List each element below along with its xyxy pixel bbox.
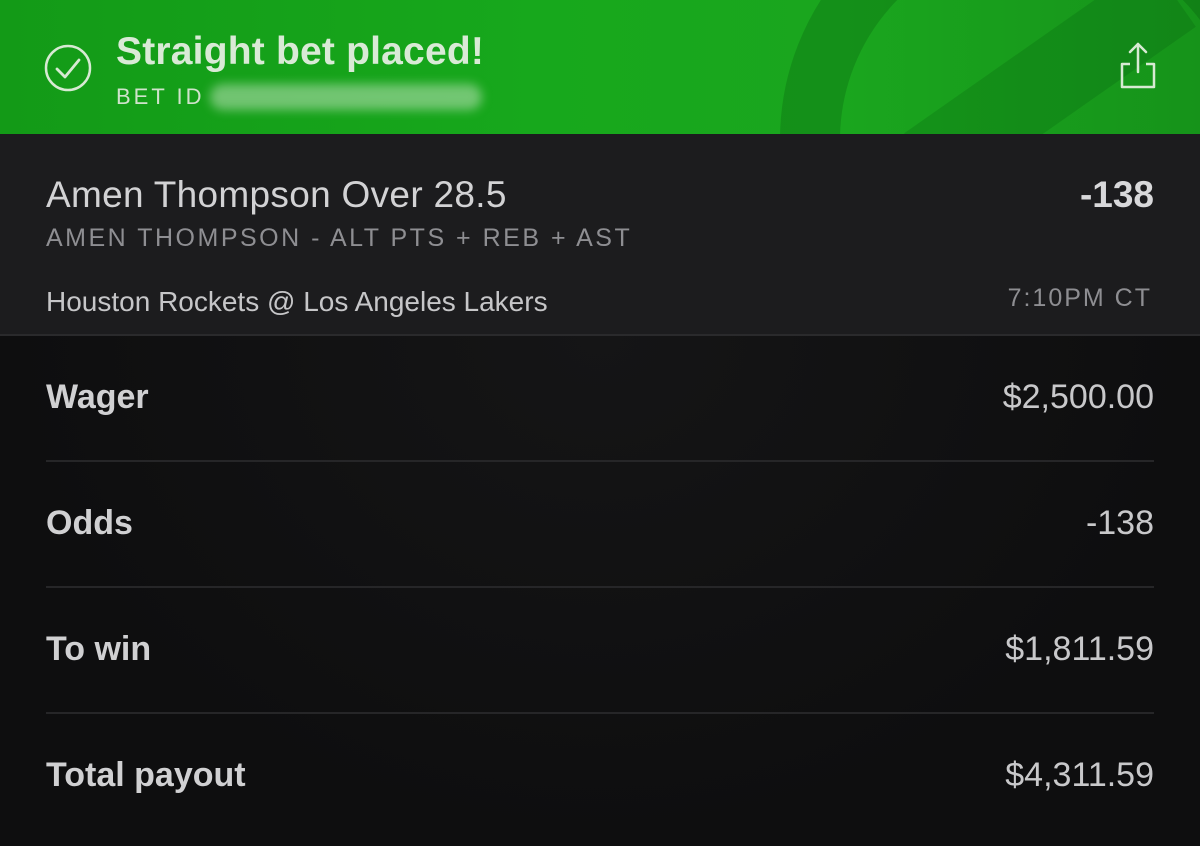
banner-title: Straight bet placed! (116, 30, 485, 73)
odds-label: Odds (46, 504, 133, 542)
bet-details: Wager $2,500.00 Odds -138 To win $1,811.… (0, 336, 1200, 846)
to-win-label: To win (46, 630, 152, 668)
selection-game: Houston Rockets @ Los Angeles Lakers (46, 286, 548, 317)
selection-market: AMEN THOMPSON - ALT PTS + REB + AST (46, 224, 633, 252)
odds-row: Odds -138 (46, 462, 1154, 588)
wager-value: $2,500.00 (1002, 378, 1154, 416)
check-circle-icon (44, 44, 92, 92)
bet-placed-banner: Straight bet placed! BET ID (0, 0, 1200, 134)
wager-row: Wager $2,500.00 (46, 336, 1154, 462)
to-win-row: To win $1,811.59 (46, 588, 1154, 714)
bet-selection-card[interactable]: Amen Thompson Over 28.5 -138 AMEN THOMPS… (0, 134, 1200, 336)
wager-label: Wager (46, 378, 149, 416)
selection-title: Amen Thompson Over 28.5 (46, 174, 507, 215)
total-payout-row: Total payout $4,311.59 (46, 714, 1154, 840)
bet-id-redacted (210, 84, 482, 110)
share-icon[interactable] (1118, 40, 1158, 90)
total-payout-value: $4,311.59 (1005, 756, 1154, 794)
odds-value: -138 (1085, 504, 1154, 542)
bet-id-label: BET ID (116, 84, 205, 109)
to-win-value: $1,811.59 (1005, 630, 1154, 668)
total-payout-label: Total payout (46, 756, 246, 794)
selection-odds: -138 (1079, 174, 1154, 215)
selection-game-time: 7:10PM CT (1007, 284, 1152, 312)
